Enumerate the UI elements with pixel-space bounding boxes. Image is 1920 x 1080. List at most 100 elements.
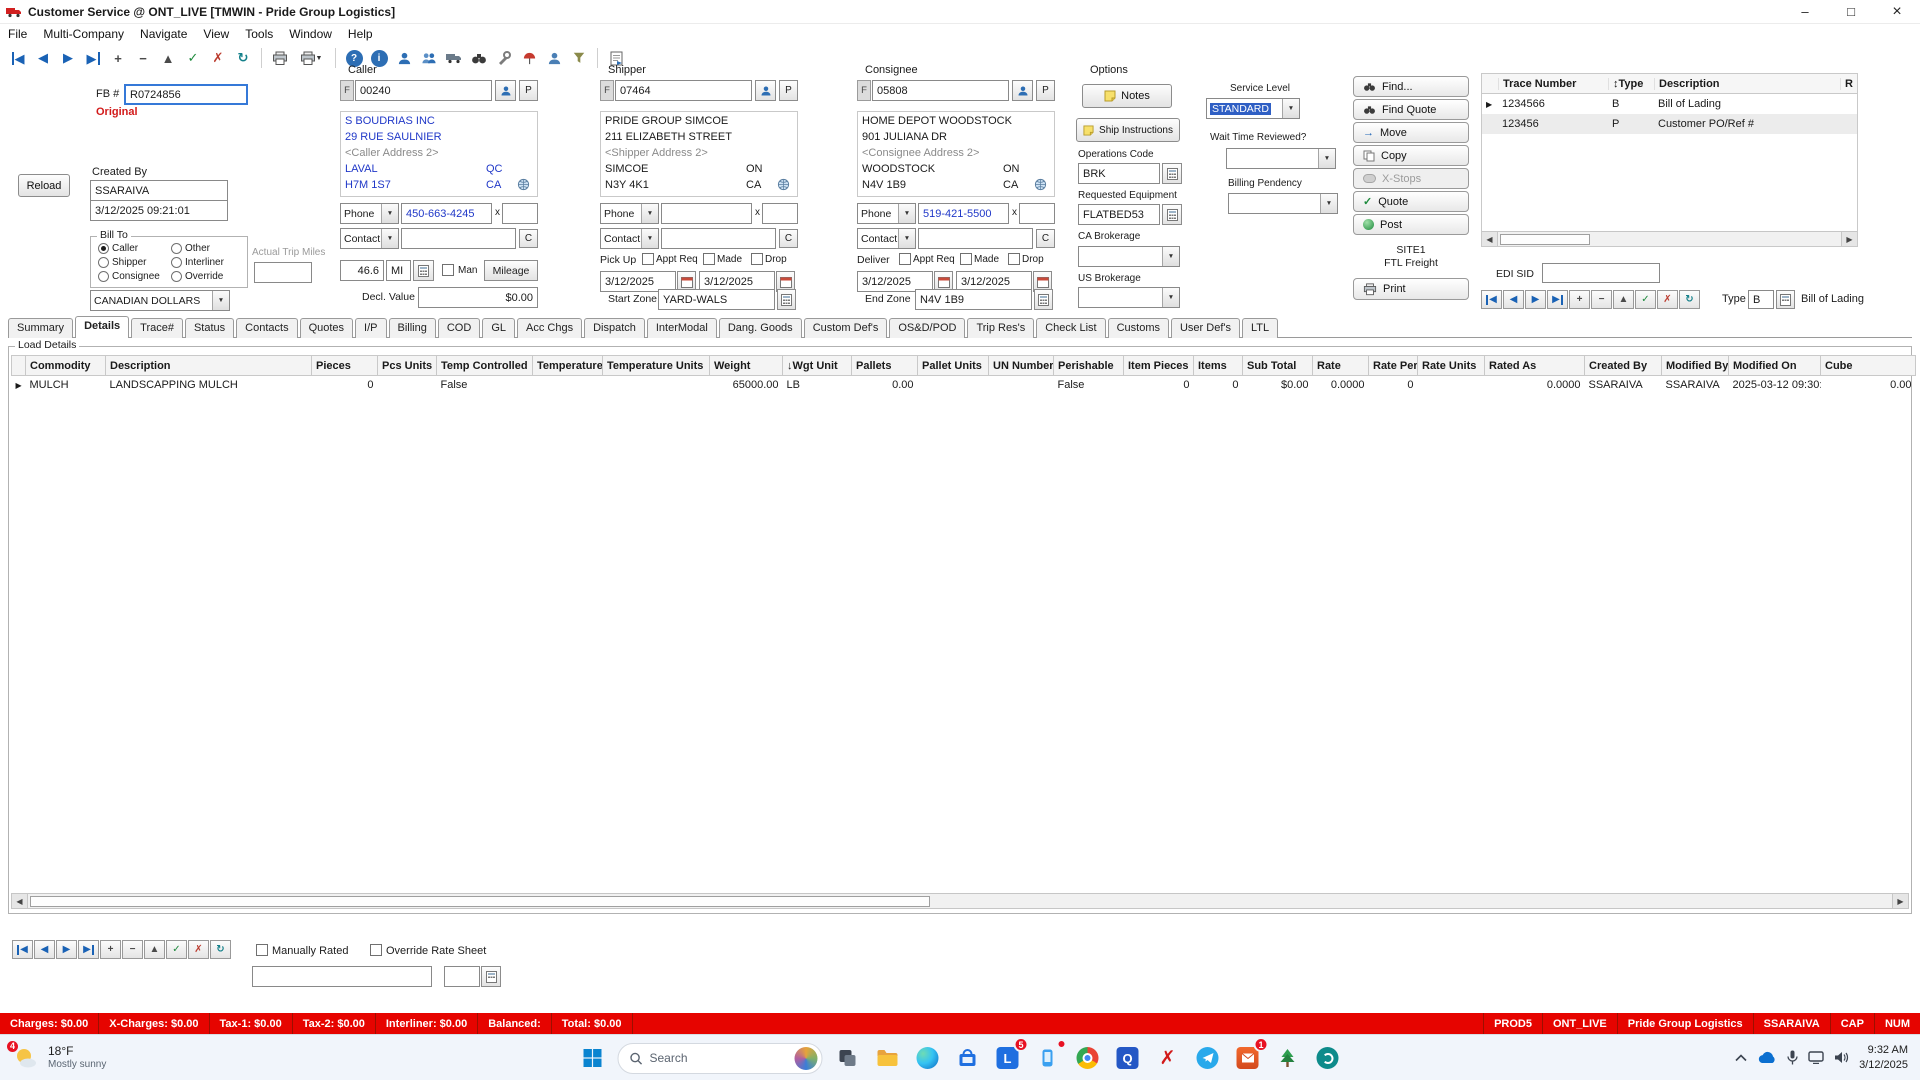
menu-multi-company[interactable]: Multi-Company: [35, 27, 132, 41]
tab-acc-chgs[interactable]: Acc Chgs: [517, 318, 582, 338]
trace-prior-button[interactable]: ◀: [1503, 290, 1524, 309]
load-delete-button[interactable]: −: [122, 940, 143, 959]
menu-view[interactable]: View: [195, 27, 237, 41]
wait-time-select[interactable]: ▼: [1226, 148, 1336, 169]
ca-brokerage-select[interactable]: ▼: [1078, 246, 1180, 267]
consignee-client-button[interactable]: [1012, 80, 1033, 101]
filter-button[interactable]: [567, 46, 591, 70]
refresh-button[interactable]: ↻: [231, 46, 255, 70]
chevron-down-icon[interactable]: ▼: [381, 204, 398, 223]
shipper-client-button[interactable]: [755, 80, 776, 101]
trace-refresh-button[interactable]: ↻: [1679, 290, 1700, 309]
operations-code-field[interactable]: BRK: [1078, 163, 1160, 184]
shipper-ext-field[interactable]: [762, 203, 798, 224]
col-items[interactable]: Items: [1194, 356, 1243, 376]
currency-select[interactable]: CANADIAN DOLLARS ▼: [90, 290, 230, 311]
trace-post-button[interactable]: ✓: [1635, 290, 1656, 309]
col-rated-as[interactable]: Rated As: [1485, 356, 1585, 376]
bill-to-caller-radio[interactable]: Caller: [98, 243, 138, 254]
caller-code-field[interactable]: 00240: [355, 80, 492, 101]
reload-button[interactable]: Reload: [18, 174, 70, 197]
scrollbar-thumb[interactable]: [1500, 234, 1590, 245]
edit-record-button[interactable]: ▲: [156, 46, 180, 70]
tab-trip-res[interactable]: Trip Res's: [967, 318, 1034, 338]
caller-contact-field[interactable]: [401, 228, 516, 249]
chevron-up-icon[interactable]: [1735, 1054, 1747, 1062]
col-pcs-units[interactable]: Pcs Units: [378, 356, 437, 376]
minimize-button[interactable]: –: [1782, 0, 1828, 23]
shipper-contact-button[interactable]: C: [779, 229, 798, 248]
tab-dispatch[interactable]: Dispatch: [584, 318, 645, 338]
chevron-down-icon[interactable]: ▼: [641, 229, 658, 248]
trace-insert-button[interactable]: +: [1569, 290, 1590, 309]
weather-widget[interactable]: 4 18°F Mostly sunny: [0, 1043, 106, 1073]
trace-number-header[interactable]: Trace Number: [1498, 78, 1608, 90]
taskbar-clock[interactable]: 9:32 AM 3/12/2025: [1859, 1043, 1908, 1072]
menu-tools[interactable]: Tools: [237, 27, 281, 41]
mail-app-button[interactable]: 1: [1231, 1041, 1265, 1075]
col-commodity[interactable]: Commodity: [26, 356, 106, 376]
consignee-made-checkbox[interactable]: [960, 253, 972, 265]
trace-type-lookup-button[interactable]: [1776, 290, 1795, 309]
user-button[interactable]: [542, 46, 566, 70]
find-order-button[interactable]: Find...: [1353, 76, 1469, 97]
move-button[interactable]: →Move: [1353, 122, 1469, 143]
col-cube[interactable]: Cube: [1821, 356, 1916, 376]
task-view-button[interactable]: [831, 1041, 865, 1075]
load-last-button[interactable]: ▶: [78, 940, 99, 959]
trace-row[interactable]: ▶ 1234566 B Bill of Lading: [1482, 94, 1857, 114]
print-preview-button[interactable]: ▼: [293, 46, 329, 70]
chevron-down-icon[interactable]: ▼: [1320, 194, 1337, 213]
chevron-down-icon[interactable]: ▼: [1282, 99, 1299, 118]
caller-phone-type-select[interactable]: Phone▼: [340, 203, 399, 224]
trace-type-header[interactable]: ↕Type: [1608, 78, 1654, 90]
consignee-contact-field[interactable]: [918, 228, 1033, 249]
shipper-appt-req-checkbox[interactable]: [642, 253, 654, 265]
tab-gl[interactable]: GL: [482, 318, 515, 338]
tab-quotes[interactable]: Quotes: [300, 318, 353, 338]
col-created-by[interactable]: Created By: [1585, 356, 1662, 376]
cancel-edit-button[interactable]: ✗: [206, 46, 230, 70]
requested-equipment-field[interactable]: FLATBED53: [1078, 204, 1160, 225]
tab-osd-pod[interactable]: OS&D/POD: [889, 318, 965, 338]
consignee-appt-req-checkbox[interactable]: [899, 253, 911, 265]
caller-contact-button[interactable]: C: [519, 229, 538, 248]
quote-button[interactable]: ✓Quote: [1353, 191, 1469, 212]
next-record-button[interactable]: ▶: [56, 46, 80, 70]
caller-manual-miles-checkbox[interactable]: [442, 264, 454, 276]
load-edit-button[interactable]: ▲: [144, 940, 165, 959]
file-explorer-button[interactable]: [871, 1041, 905, 1075]
insert-record-button[interactable]: +: [106, 46, 130, 70]
rate-code-field[interactable]: [252, 966, 432, 987]
col-rate-units[interactable]: Rate Units: [1418, 356, 1485, 376]
load-detail-row[interactable]: ▶ MULCH LANDSCAPPING MULCH 0 False 65000…: [12, 376, 1916, 395]
shipper-drop-checkbox[interactable]: [751, 253, 763, 265]
first-record-button[interactable]: ◀: [6, 46, 30, 70]
tree-app-button[interactable]: [1271, 1041, 1305, 1075]
shipper-made-checkbox[interactable]: [703, 253, 715, 265]
trace-edit-button[interactable]: ▲: [1613, 290, 1634, 309]
bill-to-consignee-radio[interactable]: Consignee: [98, 271, 160, 282]
chevron-down-icon[interactable]: ▼: [212, 291, 229, 310]
manually-rated-checkbox[interactable]: [256, 944, 268, 956]
load-post-button[interactable]: ✓: [166, 940, 187, 959]
tab-details[interactable]: Details: [75, 316, 129, 338]
caller-miles-lookup-button[interactable]: [413, 260, 434, 281]
map-icon[interactable]: [517, 178, 530, 194]
col-weight[interactable]: Weight: [710, 356, 783, 376]
col-perishable[interactable]: Perishable: [1054, 356, 1124, 376]
load-first-button[interactable]: ◀: [12, 940, 33, 959]
post-button[interactable]: Post: [1353, 214, 1469, 235]
telegram-button[interactable]: [1191, 1041, 1225, 1075]
col-item-pieces[interactable]: Item Pieces: [1124, 356, 1194, 376]
shipper-p-button[interactable]: P: [779, 80, 798, 101]
print-order-button[interactable]: Print: [1353, 278, 1469, 300]
col-wgt-unit[interactable]: ↓Wgt Unit: [783, 356, 852, 376]
tab-ltl[interactable]: LTL: [1242, 318, 1278, 338]
col-rate-per[interactable]: Rate Per: [1369, 356, 1418, 376]
maximize-button[interactable]: □: [1828, 0, 1874, 23]
consignee-ext-field[interactable]: [1019, 203, 1055, 224]
consignee-phone-field[interactable]: 519-421-5500: [918, 203, 1009, 224]
trace-row[interactable]: 123456 P Customer PO/Ref #: [1482, 114, 1857, 134]
col-sub-total[interactable]: Sub Total: [1243, 356, 1313, 376]
